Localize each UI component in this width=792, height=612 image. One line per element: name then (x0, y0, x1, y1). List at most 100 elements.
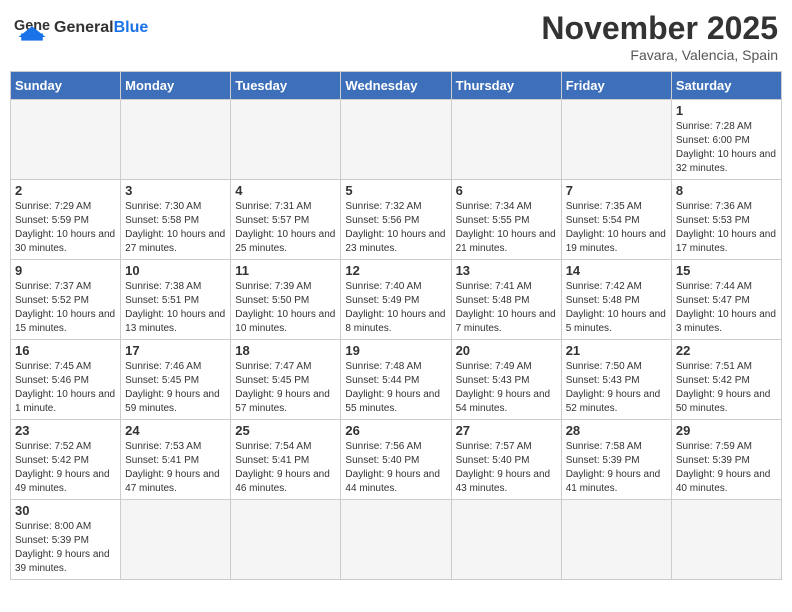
day-info: Sunrise: 7:48 AM Sunset: 5:44 PM Dayligh… (345, 360, 446, 416)
day-info: Sunrise: 7:47 AM Sunset: 5:45 PM Dayligh… (235, 360, 336, 416)
day-number: 2 (15, 183, 116, 198)
day-number: 4 (235, 183, 336, 198)
day-of-week-header: Monday (121, 72, 231, 100)
day-info: Sunrise: 8:00 AM Sunset: 5:39 PM Dayligh… (15, 520, 116, 576)
calendar-day-cell (341, 100, 451, 180)
day-info: Sunrise: 7:56 AM Sunset: 5:40 PM Dayligh… (345, 440, 446, 496)
day-number: 28 (566, 423, 667, 438)
day-number: 7 (566, 183, 667, 198)
calendar-day-cell (671, 500, 781, 580)
day-number: 16 (15, 343, 116, 358)
day-number: 12 (345, 263, 446, 278)
day-info: Sunrise: 7:51 AM Sunset: 5:42 PM Dayligh… (676, 360, 777, 416)
day-number: 11 (235, 263, 336, 278)
title-area: November 2025 Favara, Valencia, Spain (541, 10, 778, 63)
calendar-week-row: 9Sunrise: 7:37 AM Sunset: 5:52 PM Daylig… (11, 260, 782, 340)
calendar-day-cell (11, 100, 121, 180)
day-of-week-header: Thursday (451, 72, 561, 100)
calendar-day-cell: 7 Sunrise: 7:35 AM Sunset: 5:54 PM Daylig… (561, 180, 671, 260)
day-number: 20 (456, 343, 557, 358)
header: General GeneralBlue November 2025 Favara… (10, 10, 782, 63)
day-info: Sunrise: 7:36 AM Sunset: 5:53 PM Dayligh… (676, 200, 777, 256)
month-title: November 2025 (541, 10, 778, 47)
day-number: 5 (345, 183, 446, 198)
day-info: Sunrise: 7:44 AM Sunset: 5:47 PM Dayligh… (676, 280, 777, 336)
day-info: Sunrise: 7:30 AM Sunset: 5:58 PM Dayligh… (125, 200, 226, 256)
calendar-day-cell: 21Sunrise: 7:50 AM Sunset: 5:43 PM Dayli… (561, 340, 671, 420)
calendar-day-cell: 14 Sunrise: 7:42 AM Sunset: 5:48 PM Dayli… (561, 260, 671, 340)
calendar-day-cell: 25Sunrise: 7:54 AM Sunset: 5:41 PM Dayli… (231, 420, 341, 500)
calendar-day-cell (561, 100, 671, 180)
day-info: Sunrise: 7:50 AM Sunset: 5:43 PM Dayligh… (566, 360, 667, 416)
day-number: 22 (676, 343, 777, 358)
day-of-week-header: Tuesday (231, 72, 341, 100)
calendar-week-row: 1 Sunrise: 7:28 AM Sunset: 6:00 PM Daylig… (11, 100, 782, 180)
calendar-day-cell (341, 500, 451, 580)
day-info: Sunrise: 7:34 AM Sunset: 5:55 PM Dayligh… (456, 200, 557, 256)
day-info: Sunrise: 7:42 AM Sunset: 5:48 PM Dayligh… (566, 280, 667, 336)
day-info: Sunrise: 7:45 AM Sunset: 5:46 PM Dayligh… (15, 360, 116, 416)
calendar-week-row: 30 Sunrise: 8:00 AM Sunset: 5:39 PM Dayli… (11, 500, 782, 580)
day-of-week-header: Friday (561, 72, 671, 100)
calendar-day-cell: 29 Sunrise: 7:59 AM Sunset: 5:39 PM Dayli… (671, 420, 781, 500)
calendar-day-cell: 3 Sunrise: 7:30 AM Sunset: 5:58 PM Daylig… (121, 180, 231, 260)
calendar-week-row: 2Sunrise: 7:29 AM Sunset: 5:59 PM Daylig… (11, 180, 782, 260)
day-number: 30 (15, 503, 116, 518)
day-number: 18 (235, 343, 336, 358)
calendar-day-cell: 28 Sunrise: 7:58 AM Sunset: 5:39 PM Dayli… (561, 420, 671, 500)
day-info: Sunrise: 7:35 AM Sunset: 5:54 PM Dayligh… (566, 200, 667, 256)
calendar-header-row: SundayMondayTuesdayWednesdayThursdayFrid… (11, 72, 782, 100)
day-of-week-header: Wednesday (341, 72, 451, 100)
logo-icon: General (14, 10, 50, 46)
day-number: 14 (566, 263, 667, 278)
day-of-week-header: Saturday (671, 72, 781, 100)
calendar-day-cell (561, 500, 671, 580)
day-number: 3 (125, 183, 226, 198)
calendar-day-cell: 19 Sunrise: 7:48 AM Sunset: 5:44 PM Dayli… (341, 340, 451, 420)
day-number: 26 (345, 423, 446, 438)
day-number: 1 (676, 103, 777, 118)
calendar-table: SundayMondayTuesdayWednesdayThursdayFrid… (10, 71, 782, 580)
day-info: Sunrise: 7:59 AM Sunset: 5:39 PM Dayligh… (676, 440, 777, 496)
day-number: 25 (235, 423, 336, 438)
day-of-week-header: Sunday (11, 72, 121, 100)
calendar-day-cell: 8 Sunrise: 7:36 AM Sunset: 5:53 PM Daylig… (671, 180, 781, 260)
calendar-day-cell (231, 100, 341, 180)
day-number: 17 (125, 343, 226, 358)
calendar-week-row: 23 Sunrise: 7:52 AM Sunset: 5:42 PM Dayli… (11, 420, 782, 500)
calendar-day-cell: 27 Sunrise: 7:57 AM Sunset: 5:40 PM Dayli… (451, 420, 561, 500)
day-info: Sunrise: 7:32 AM Sunset: 5:56 PM Dayligh… (345, 200, 446, 256)
day-info: Sunrise: 7:40 AM Sunset: 5:49 PM Dayligh… (345, 280, 446, 336)
day-number: 6 (456, 183, 557, 198)
calendar-day-cell: 18 Sunrise: 7:47 AM Sunset: 5:45 PM Dayli… (231, 340, 341, 420)
day-info: Sunrise: 7:52 AM Sunset: 5:42 PM Dayligh… (15, 440, 116, 496)
day-number: 29 (676, 423, 777, 438)
calendar-day-cell: 16 Sunrise: 7:45 AM Sunset: 5:46 PM Dayli… (11, 340, 121, 420)
day-info: Sunrise: 7:28 AM Sunset: 6:00 PM Dayligh… (676, 120, 777, 176)
day-number: 8 (676, 183, 777, 198)
calendar-day-cell: 4Sunrise: 7:31 AM Sunset: 5:57 PM Daylig… (231, 180, 341, 260)
day-info: Sunrise: 7:53 AM Sunset: 5:41 PM Dayligh… (125, 440, 226, 496)
calendar-day-cell: 13Sunrise: 7:41 AM Sunset: 5:48 PM Dayli… (451, 260, 561, 340)
day-info: Sunrise: 7:58 AM Sunset: 5:39 PM Dayligh… (566, 440, 667, 496)
day-number: 23 (15, 423, 116, 438)
day-info: Sunrise: 7:41 AM Sunset: 5:48 PM Dayligh… (456, 280, 557, 336)
calendar-day-cell: 2Sunrise: 7:29 AM Sunset: 5:59 PM Daylig… (11, 180, 121, 260)
calendar-day-cell: 26 Sunrise: 7:56 AM Sunset: 5:40 PM Dayli… (341, 420, 451, 500)
day-info: Sunrise: 7:38 AM Sunset: 5:51 PM Dayligh… (125, 280, 226, 336)
day-info: Sunrise: 7:46 AM Sunset: 5:45 PM Dayligh… (125, 360, 226, 416)
day-number: 9 (15, 263, 116, 278)
calendar-day-cell: 30 Sunrise: 8:00 AM Sunset: 5:39 PM Dayli… (11, 500, 121, 580)
day-info: Sunrise: 7:39 AM Sunset: 5:50 PM Dayligh… (235, 280, 336, 336)
calendar-day-cell: 22 Sunrise: 7:51 AM Sunset: 5:42 PM Dayli… (671, 340, 781, 420)
calendar-day-cell: 5 Sunrise: 7:32 AM Sunset: 5:56 PM Daylig… (341, 180, 451, 260)
day-number: 27 (456, 423, 557, 438)
calendar-day-cell: 11 Sunrise: 7:39 AM Sunset: 5:50 PM Dayli… (231, 260, 341, 340)
calendar-day-cell (451, 500, 561, 580)
calendar-day-cell: 9Sunrise: 7:37 AM Sunset: 5:52 PM Daylig… (11, 260, 121, 340)
day-info: Sunrise: 7:57 AM Sunset: 5:40 PM Dayligh… (456, 440, 557, 496)
calendar-day-cell (121, 100, 231, 180)
calendar-day-cell: 10Sunrise: 7:38 AM Sunset: 5:51 PM Dayli… (121, 260, 231, 340)
calendar-day-cell: 23 Sunrise: 7:52 AM Sunset: 5:42 PM Dayli… (11, 420, 121, 500)
day-number: 19 (345, 343, 446, 358)
